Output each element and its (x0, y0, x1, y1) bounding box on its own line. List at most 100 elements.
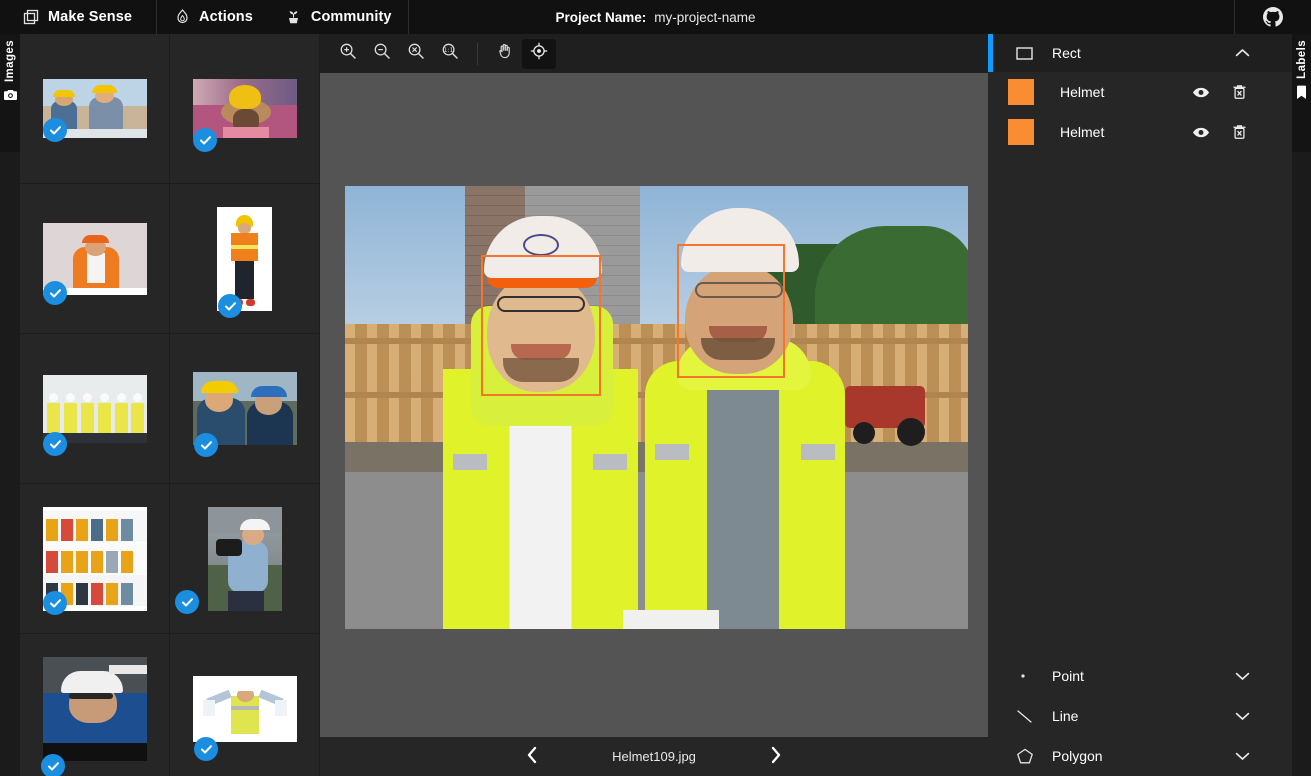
canvas-toolbar: 1:1 (320, 34, 988, 73)
thumbnail-image (42, 374, 147, 443)
thumbnail-image (192, 675, 297, 742)
list-item[interactable] (170, 184, 320, 334)
zoom-in-icon (339, 42, 357, 65)
selected-check-badge[interactable] (219, 295, 241, 317)
section-title-point: Point (1052, 668, 1084, 684)
list-item[interactable] (20, 634, 170, 776)
thumbnail-image (207, 506, 282, 611)
polygon-icon (1016, 748, 1034, 765)
selected-check-badge[interactable] (195, 434, 217, 456)
selected-check-badge[interactable] (42, 755, 64, 776)
selected-check-badge[interactable] (44, 592, 66, 614)
nav-item-community[interactable]: Community (269, 0, 408, 34)
label-name: Helmet (1060, 124, 1105, 140)
zoom-out-button[interactable] (365, 39, 399, 69)
selected-check-badge[interactable] (195, 738, 217, 760)
rect-label-list: Helmet Helmet (988, 72, 1292, 152)
section-title-line: Line (1052, 708, 1079, 724)
pan-tool-button[interactable] (488, 39, 522, 69)
eye-icon[interactable] (1192, 123, 1210, 141)
list-item[interactable] (170, 34, 320, 184)
collapsed-sections: Point Line Polygon (988, 656, 1292, 776)
right-rail: Labels (1292, 34, 1311, 776)
crosshair-icon (530, 42, 548, 65)
brand-label: Make Sense (48, 9, 133, 25)
nav-divider-2 (407, 0, 409, 34)
row-actions (1192, 123, 1248, 141)
current-image-name: Helmet109.jpg (612, 749, 696, 764)
hand-icon (496, 42, 514, 65)
image-navigation-bar: Helmet109.jpg (320, 737, 988, 776)
selected-check-badge[interactable] (44, 433, 66, 455)
thumbnail-image (42, 656, 147, 761)
list-item[interactable] (20, 484, 170, 634)
list-item[interactable]: Helmet (988, 112, 1292, 152)
nav-group: Make Sense Actions Community (0, 0, 409, 34)
list-item[interactable] (170, 484, 320, 634)
chevron-down-icon[interactable] (1235, 751, 1250, 761)
row-actions (1192, 83, 1248, 101)
section-header-line[interactable]: Line (988, 696, 1292, 736)
flame-icon (173, 8, 191, 26)
list-item[interactable] (20, 184, 170, 334)
list-item[interactable] (170, 334, 320, 484)
chevron-up-icon[interactable] (1235, 48, 1250, 58)
chevron-down-icon[interactable] (1235, 711, 1250, 721)
section-header-polygon[interactable]: Polygon (988, 736, 1292, 776)
svg-text:1:1: 1:1 (444, 47, 454, 54)
list-item[interactable] (170, 634, 320, 776)
labels-panel: Rect Helmet Helmet Point Line Polygon (988, 34, 1292, 776)
image-thumbnail-gallery[interactable] (20, 34, 320, 776)
nav-divider-3 (1234, 0, 1235, 34)
top-navigation-bar: Make Sense Actions Community Project Nam… (0, 0, 1311, 34)
nav-item-actions-label: Actions (199, 9, 253, 25)
nav-item-actions[interactable]: Actions (157, 0, 269, 34)
line-icon (1016, 709, 1033, 724)
section-title-rect: Rect (1052, 45, 1081, 61)
zoom-actual-button[interactable]: 1:1 (433, 39, 467, 69)
list-item[interactable] (20, 334, 170, 484)
label-color-swatch (1008, 79, 1034, 105)
eye-icon[interactable] (1192, 83, 1210, 101)
trash-icon[interactable] (1230, 123, 1248, 141)
left-rail: Images (0, 34, 20, 776)
selected-check-badge[interactable] (194, 129, 216, 151)
annotated-image[interactable] (345, 186, 968, 629)
selected-check-badge[interactable] (176, 591, 198, 613)
previous-image-button[interactable] (525, 746, 539, 768)
project-name-value: my-project-name (654, 9, 756, 25)
plant-icon (285, 8, 303, 26)
list-item[interactable] (20, 34, 170, 184)
section-title-polygon: Polygon (1052, 748, 1103, 764)
brand-make-sense[interactable]: Make Sense (0, 0, 156, 34)
toolbar-divider (477, 42, 478, 65)
section-header-point[interactable]: Point (988, 656, 1292, 696)
label-color-swatch (1008, 119, 1034, 145)
next-image-button[interactable] (769, 746, 783, 768)
point-icon (1016, 669, 1030, 683)
images-tab[interactable]: Images (0, 34, 20, 152)
labels-tab-label: Labels (1295, 40, 1308, 79)
section-header-rect[interactable]: Rect (988, 34, 1292, 72)
select-tool-button[interactable] (522, 38, 556, 69)
selected-check-badge[interactable] (44, 282, 66, 304)
canvas-stage[interactable] (320, 73, 988, 737)
tag-icon (1296, 85, 1307, 105)
list-item[interactable]: Helmet (988, 72, 1292, 112)
chevron-down-icon[interactable] (1235, 671, 1250, 681)
bounding-box-helmet-1[interactable] (481, 255, 601, 396)
bounding-box-helmet-2[interactable] (677, 244, 785, 378)
app-root: Make Sense Actions Community Project Nam… (0, 0, 1311, 776)
label-name: Helmet (1060, 84, 1105, 100)
layers-icon (22, 8, 40, 26)
github-icon[interactable] (1263, 7, 1283, 27)
labels-tab[interactable]: Labels (1292, 34, 1311, 152)
zoom-fit-button[interactable] (399, 39, 433, 69)
zoom-in-button[interactable] (331, 39, 365, 69)
trash-icon[interactable] (1230, 83, 1248, 101)
project-name-label: Project Name: (555, 9, 647, 25)
camera-icon (3, 88, 17, 106)
zoom-out-icon (373, 42, 391, 65)
nav-item-community-label: Community (310, 9, 392, 25)
selected-check-badge[interactable] (44, 119, 66, 141)
